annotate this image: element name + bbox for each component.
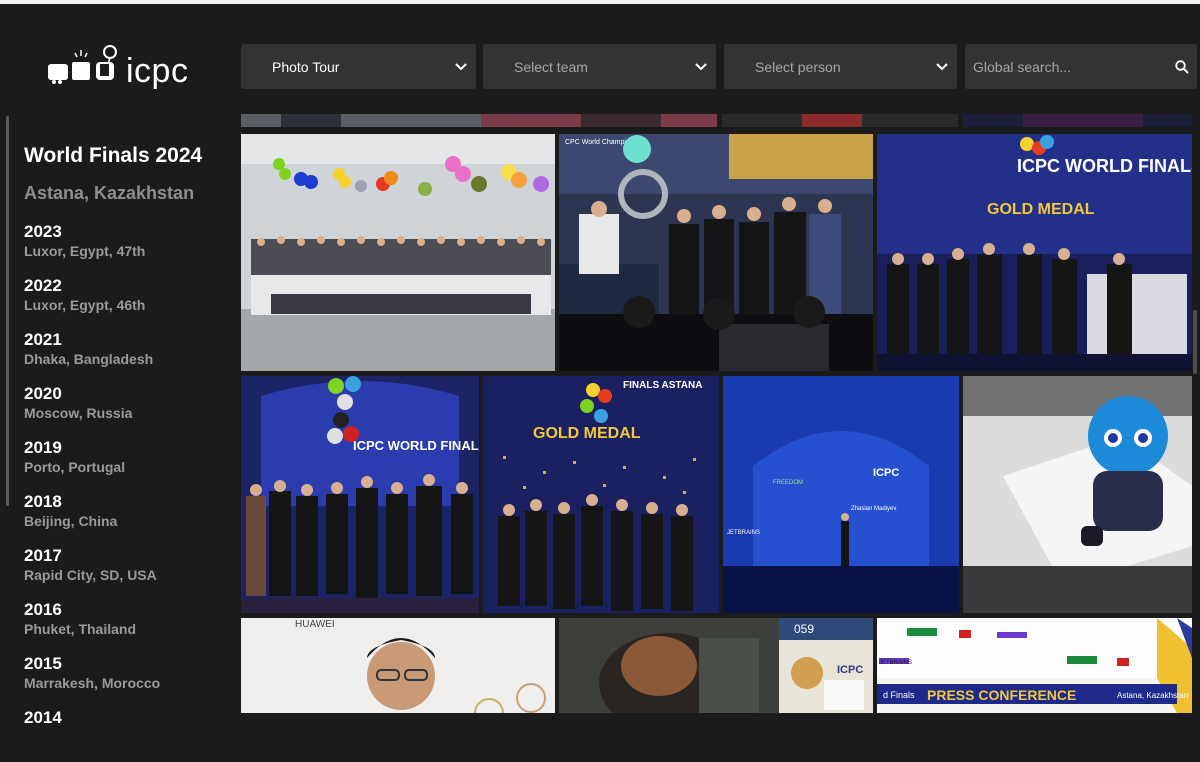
photo-thumbnail[interactable]: [963, 114, 1192, 127]
select-person-dropdown[interactable]: Select person: [724, 44, 957, 89]
gold-medal-text: GOLD MEDAL: [533, 425, 641, 442]
photo-thumbnail[interactable]: [722, 114, 958, 127]
stage-banner-text: ICPC WORLD FINALS ASTANA: [353, 438, 479, 453]
group-photo[interactable]: [241, 134, 555, 371]
select-team-placeholder: Select team: [514, 58, 588, 75]
select-team-dropdown[interactable]: Select team: [483, 44, 716, 89]
stage-speaker-photo[interactable]: ICPC Zhaslan Madiyev JETBRAINS FREEDOM: [723, 376, 959, 613]
year-label: 2016: [24, 600, 62, 619]
officials-photo[interactable]: CPC World Champions: [559, 134, 873, 371]
year-label: 2021: [24, 330, 62, 349]
press-conference-photo[interactable]: JETBRAINS d Finals PRESS CONFERENCE Asta…: [877, 618, 1192, 713]
icpc-sign-text: ICPC: [837, 664, 863, 676]
chevron-down-icon: [446, 62, 476, 71]
logo-text: icpc: [126, 52, 189, 90]
year-location: Luxor, Egypt, 47th: [24, 243, 146, 259]
balloon-logo-icon: [48, 45, 117, 84]
press-conference-text: PRESS CONFERENCE: [927, 687, 1076, 703]
year-label: 2015: [24, 654, 62, 673]
search-placeholder: Global search...: [973, 58, 1072, 75]
gallery-scrollbar[interactable]: [1193, 310, 1197, 374]
year-location: Porto, Portugal: [24, 459, 126, 475]
year-item-2017[interactable]: 2017 Rapid City, SD, USA: [24, 546, 224, 600]
year-item-2015[interactable]: 2015 Marrakesh, Morocco: [24, 654, 224, 708]
chevron-down-icon: [927, 62, 957, 71]
years-list: 2023 Luxor, Egypt, 47th 2022 Luxor, Egypt,…: [24, 222, 224, 762]
year-location: Rapid City, SD, USA: [24, 567, 157, 583]
gold-medal-text: GOLD MEDAL: [987, 201, 1095, 218]
year-label: 2023: [24, 222, 62, 241]
contestant-photo[interactable]: 059 ICPC: [559, 618, 873, 713]
photo-tour-dropdown-label: Photo Tour: [272, 58, 340, 75]
stage-banner-text: FINALS ASTANA: [623, 380, 702, 391]
year-location: Moscow, Russia: [24, 405, 133, 421]
year-item-2021[interactable]: 2021 Dhaka, Bangladesh: [24, 330, 224, 384]
finals-text: d Finals: [883, 690, 915, 700]
year-item-2023[interactable]: 2023 Luxor, Egypt, 47th: [24, 222, 224, 276]
sponsor-text: HUAWEI: [295, 619, 335, 630]
year-item-2014[interactable]: 2014: [24, 708, 224, 762]
mascot-plush-photo[interactable]: [963, 376, 1192, 613]
team-number: 059: [794, 622, 814, 636]
select-person-placeholder: Select person: [755, 58, 841, 75]
speaker-portrait-photo[interactable]: HUAWEI: [241, 618, 555, 713]
event-title: World Finals 2024: [24, 144, 203, 167]
year-location: Dhaka, Bangladesh: [24, 351, 154, 367]
window-top-strip: [0, 0, 1200, 4]
sidebar-scrollbar[interactable]: [6, 116, 9, 506]
location-text: Astana, Kazakhstan: [1117, 691, 1188, 700]
search-icon[interactable]: [1167, 59, 1197, 74]
year-location: Phuket, Thailand: [24, 621, 137, 637]
year-label: 2019: [24, 438, 62, 457]
photo-tour-dropdown[interactable]: Photo Tour: [241, 44, 476, 89]
icpc-logo[interactable]: icpc: [46, 44, 196, 94]
sponsor-text: JETBRAINS: [727, 530, 760, 536]
event-location: Astana, Kazakhstan: [24, 183, 195, 203]
year-label: 2017: [24, 546, 62, 565]
year-label: 2020: [24, 384, 62, 403]
year-item-2019[interactable]: 2019 Porto, Portugal: [24, 438, 224, 492]
year-item-2022[interactable]: 2022 Luxor, Egypt, 46th: [24, 276, 224, 330]
gold-medal-stage-photo[interactable]: ICPC WORLD FINALS ASTANA GOLD MEDAL: [877, 134, 1192, 371]
sponsor-text: JETBRAINS: [879, 660, 912, 666]
year-item-2016[interactable]: 2016 Phuket, Thailand: [24, 600, 224, 654]
team-stage-photo[interactable]: ICPC WORLD FINALS ASTANA: [241, 376, 479, 613]
global-search-input[interactable]: Global search...: [965, 44, 1197, 89]
photo-thumbnail[interactable]: [481, 114, 717, 127]
year-item-2020[interactable]: 2020 Moscow, Russia: [24, 384, 224, 438]
confetti-photo[interactable]: FINALS ASTANA GOLD MEDAL: [483, 376, 719, 613]
year-location: Luxor, Egypt, 46th: [24, 297, 146, 313]
photo-gallery: CPC World Champions ICPC WORLD FINALS AS…: [241, 114, 1192, 713]
year-label: 2014: [24, 708, 62, 727]
stage-banner-text: ICPC WORLD FINALS ASTANA: [1017, 156, 1192, 176]
stage-banner-text: ICPC: [873, 467, 899, 479]
year-label: 2022: [24, 276, 62, 295]
speaker-name: Zhaslan Madiyev: [851, 506, 896, 512]
year-location: Marrakesh, Morocco: [24, 675, 161, 691]
sponsor-text: FREEDOM: [773, 480, 803, 486]
year-location: Beijing, China: [24, 513, 118, 529]
year-item-2018[interactable]: 2018 Beijing, China: [24, 492, 224, 546]
chevron-down-icon: [686, 62, 716, 71]
year-label: 2018: [24, 492, 62, 511]
